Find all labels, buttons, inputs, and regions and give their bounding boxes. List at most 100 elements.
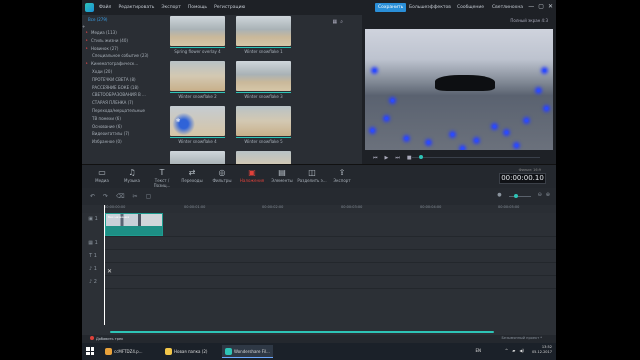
track-row[interactable] bbox=[104, 263, 556, 276]
track-row[interactable] bbox=[104, 250, 556, 263]
timeline-ruler[interactable]: 00:00:00:00 00:00:01:00 00:00:02:00 00:0… bbox=[82, 205, 556, 213]
maximize-icon[interactable]: ▢ bbox=[538, 3, 544, 11]
language-indicator[interactable]: EN bbox=[475, 348, 481, 353]
tool-button[interactable]: ⇪ Экспорт bbox=[327, 168, 357, 183]
library-item[interactable]: Специальное событие (23) bbox=[82, 52, 155, 60]
preview-mode[interactable]: Полный экран 4:3 bbox=[510, 18, 548, 23]
minimize-icon[interactable]: — bbox=[528, 3, 534, 11]
theme-button[interactable]: Светлинохна bbox=[489, 3, 526, 12]
volume-icon[interactable]: ◀) bbox=[519, 348, 524, 353]
tool-button[interactable]: T Текст /Позиц... bbox=[147, 168, 177, 188]
menu-file[interactable]: Файл bbox=[99, 5, 111, 10]
menu-register[interactable]: Регистрацию bbox=[214, 5, 245, 10]
track-row[interactable] bbox=[104, 237, 556, 250]
thumbnail-image bbox=[236, 151, 291, 164]
menu-export[interactable]: Экспорт bbox=[161, 5, 181, 10]
tool-button[interactable]: ◫ Разделить э... bbox=[297, 168, 327, 183]
overlay-thumbnail[interactable]: Winter snowflake 2 bbox=[170, 61, 225, 99]
track-row[interactable] bbox=[104, 276, 556, 289]
tool-button[interactable]: ♫ Музыка bbox=[117, 168, 147, 183]
track-header[interactable]: T 1 bbox=[82, 253, 104, 266]
undo-icon[interactable]: ↶ bbox=[90, 193, 95, 200]
add-track-button[interactable]: Добавить трек bbox=[90, 336, 123, 341]
thumbnail-bar bbox=[170, 136, 225, 138]
tool-button[interactable]: ▤ Элементы bbox=[267, 168, 297, 183]
video-clip[interactable]: Без названия bbox=[105, 213, 163, 236]
tool-button[interactable]: ⇄ Переходы bbox=[177, 168, 207, 183]
render-icon[interactable]: ● bbox=[497, 192, 501, 198]
project-name: Безымянный проект * bbox=[501, 336, 542, 340]
tool-button[interactable]: ▭ Медиа bbox=[87, 168, 117, 183]
redo-icon[interactable]: ↷ bbox=[103, 193, 108, 200]
library-item[interactable]: ▸ Медиа (113) bbox=[82, 29, 155, 37]
search-icon[interactable]: ⌕ bbox=[340, 19, 343, 25]
library-item[interactable]: ▸ Новинок (27) bbox=[82, 45, 155, 53]
network-icon[interactable]: ▰ bbox=[512, 348, 515, 353]
library-item-label: Новинок (27) bbox=[91, 45, 119, 51]
library-item[interactable]: ▸ Кинематографическ... bbox=[82, 60, 155, 68]
zoom-out-icon[interactable]: ⊖ bbox=[538, 192, 542, 198]
playhead[interactable] bbox=[104, 205, 105, 325]
sparkle-shape bbox=[373, 69, 376, 72]
grid-icon[interactable]: ▦ bbox=[332, 19, 337, 25]
x-mark-icon[interactable]: ✕ bbox=[107, 268, 112, 275]
library-item[interactable]: ПРОТЕЧКИ СВЕТА (8) bbox=[82, 76, 155, 84]
overlay-thumbnail[interactable] bbox=[170, 151, 225, 164]
overlay-thumbnail[interactable]: Spring flower overlay 4 bbox=[170, 16, 225, 54]
save-button[interactable]: Сохранить bbox=[375, 3, 407, 12]
taskbar-app[interactable]: ccMFTDZ4.p... bbox=[102, 345, 146, 358]
zoom-knob[interactable] bbox=[514, 194, 518, 198]
overlay-thumbnail[interactable]: Winter snowflake 1 bbox=[236, 16, 291, 54]
tool-button[interactable]: ▣ Наложения bbox=[237, 168, 267, 183]
preview-scrubber[interactable] bbox=[412, 157, 540, 158]
arrow-up-icon[interactable]: ^ bbox=[505, 348, 508, 353]
library-item[interactable]: Избранное (0) bbox=[82, 138, 155, 146]
clock[interactable]: 13:52 05.12.2017 bbox=[532, 345, 552, 355]
library-item[interactable]: Перехода/мерцательные bbox=[82, 107, 155, 115]
next-icon[interactable]: ⏭ bbox=[395, 155, 400, 161]
track-row[interactable] bbox=[104, 213, 556, 237]
close-icon[interactable]: ✕ bbox=[548, 3, 553, 11]
taskbar-app[interactable]: Новая папка (2) bbox=[162, 345, 210, 358]
menu-help[interactable]: Помощь bbox=[188, 5, 207, 10]
tool-icon: ♫ bbox=[128, 168, 136, 177]
ruler-tick: 00:00:02:00 bbox=[262, 205, 284, 209]
overlay-thumbnail[interactable] bbox=[236, 151, 291, 164]
overlay-thumbnail[interactable]: ✻ Winter snowflake 4 bbox=[170, 106, 225, 144]
cut-icon[interactable]: ✂ bbox=[133, 193, 138, 200]
library-item[interactable]: ▸ Стиль жизни (40) bbox=[82, 37, 155, 45]
overlay-thumbnail[interactable]: Winter snowflake 3 bbox=[236, 61, 291, 99]
library-item[interactable]: ТВ помехи (6) bbox=[82, 115, 155, 123]
zoom-slider[interactable] bbox=[509, 196, 531, 197]
play-icon[interactable]: ▶ bbox=[385, 155, 389, 161]
library-item[interactable]: Основание (6) bbox=[82, 123, 155, 131]
library-item[interactable]: СТАРАЯ ПЛЕНКА (7) bbox=[82, 99, 155, 107]
stop-icon[interactable]: ■ bbox=[407, 155, 412, 161]
prev-icon[interactable]: ⏮ bbox=[373, 155, 378, 161]
track-header[interactable]: ♪ 1 bbox=[82, 266, 104, 279]
windows-start-icon[interactable] bbox=[86, 347, 94, 355]
crop-icon[interactable]: ▢ bbox=[146, 193, 152, 200]
add-icon bbox=[90, 336, 94, 340]
tool-button[interactable]: ◎ Фильтры bbox=[207, 168, 237, 183]
library-item[interactable]: Видеоигатэлы (7) bbox=[82, 130, 155, 138]
grid-tools: ▦ ⌕ bbox=[332, 19, 343, 25]
library-all[interactable]: Все (279) bbox=[82, 15, 155, 24]
scrubber-knob[interactable] bbox=[419, 155, 423, 159]
track-header[interactable]: ▦ 1 bbox=[82, 240, 104, 253]
library-item[interactable]: Ходи (20) bbox=[82, 68, 155, 76]
timeline-scrollbar[interactable] bbox=[110, 331, 494, 333]
zoom-in-icon[interactable]: ⊕ bbox=[546, 192, 550, 198]
library-item[interactable]: РАССЕЯНИЕ БОКЕ (18) bbox=[82, 84, 155, 92]
library-item-label: Кинематографическ... bbox=[91, 61, 139, 67]
more-effects-button[interactable]: Большеэффектов bbox=[406, 3, 454, 12]
menu-edit[interactable]: Редактировать bbox=[118, 5, 154, 10]
track-header[interactable]: ▣ 1 bbox=[82, 216, 104, 240]
overlay-thumbnail[interactable]: Winter snowflake 5 bbox=[236, 106, 291, 144]
taskbar-app-active[interactable]: Wondershare Fil... bbox=[222, 345, 273, 358]
messages-button[interactable]: Сообщение bbox=[454, 3, 487, 12]
library-item[interactable]: СВЕТООБРАЗОВАНИЯ В ... bbox=[82, 91, 155, 99]
delete-icon[interactable]: ⌫ bbox=[116, 193, 124, 200]
track-header[interactable]: ♪ 2 bbox=[82, 279, 104, 292]
library-item-label: ТВ помехи (6) bbox=[92, 115, 121, 121]
